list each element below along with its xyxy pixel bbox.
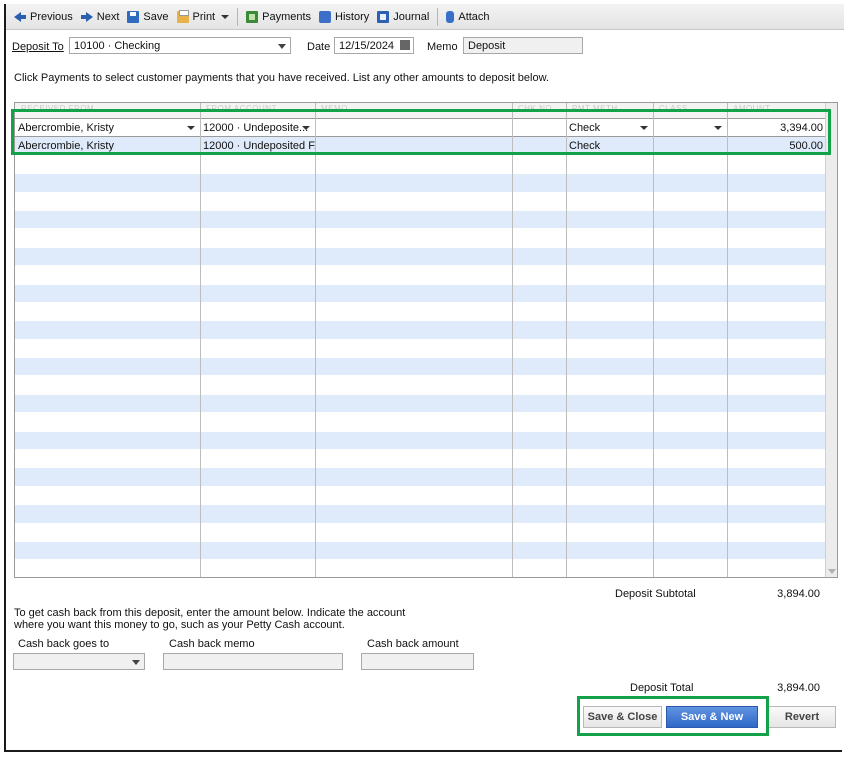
next-label: Next	[96, 10, 120, 23]
empty-row[interactable]	[15, 523, 827, 542]
history-label: History	[335, 10, 370, 23]
print-label: Print	[192, 10, 216, 23]
empty-row[interactable]	[15, 339, 827, 359]
floppy-disk-icon	[127, 10, 140, 23]
empty-row[interactable]	[15, 560, 827, 577]
memo-field[interactable]: Deposit	[463, 37, 583, 54]
empty-row[interactable]	[15, 450, 827, 469]
attach-label: Attach	[458, 10, 490, 23]
cash-back-text-line1: To get cash back from this deposit, ente…	[14, 607, 406, 619]
column-divider	[200, 103, 201, 577]
empty-row[interactable]	[15, 284, 827, 303]
next-button[interactable]: Next	[77, 6, 124, 28]
save-button[interactable]: Save	[123, 6, 172, 28]
deposit-grid: RECEIVED FROM FROM ACCOUNT MEMO CHK NO. …	[14, 102, 838, 578]
cash-back-instructions: To get cash back from this deposit, ente…	[14, 607, 405, 631]
journal-icon	[377, 10, 390, 23]
deposit-total-value: 3,894.00	[777, 682, 820, 694]
column-divider	[315, 103, 316, 577]
print-button[interactable]: Print	[173, 6, 234, 28]
empty-row[interactable]	[15, 266, 827, 285]
toolbar-divider	[237, 7, 239, 26]
history-icon	[319, 10, 332, 23]
empty-row[interactable]	[15, 413, 827, 432]
column-divider	[653, 103, 654, 577]
deposit-to-label: Deposit To	[12, 41, 64, 53]
memo-value: Deposit	[468, 40, 506, 52]
date-label: Date	[307, 41, 331, 53]
calendar-icon[interactable]	[400, 40, 410, 50]
empty-row[interactable]	[15, 505, 827, 524]
empty-row[interactable]	[15, 155, 827, 175]
printer-icon	[176, 9, 189, 23]
empty-row[interactable]	[15, 210, 827, 230]
empty-row[interactable]	[15, 431, 827, 451]
grid-rows: Abercrombie, Kristy 12000 · Undeposite..…	[15, 119, 827, 577]
empty-row[interactable]	[15, 229, 827, 248]
arrow-left-icon	[14, 11, 26, 23]
arrow-right-icon	[80, 11, 93, 23]
date-field[interactable]: 12/15/2024	[334, 37, 414, 54]
empty-row[interactable]	[15, 174, 827, 193]
date-value: 12/15/2024	[339, 40, 395, 52]
chevron-down-icon	[132, 660, 140, 665]
cash-back-goes-to-dropdown[interactable]	[13, 653, 145, 670]
journal-button[interactable]: Journal	[373, 6, 433, 28]
empty-row[interactable]	[15, 192, 827, 211]
payments-icon	[246, 10, 259, 23]
cash-back-memo-label: Cash back memo	[169, 638, 255, 650]
paperclip-icon	[446, 10, 455, 23]
empty-row[interactable]	[15, 247, 827, 267]
deposit-subtotal-value: 3,894.00	[777, 588, 820, 600]
empty-row[interactable]	[15, 321, 827, 340]
empty-row[interactable]	[15, 468, 827, 487]
cash-back-amount-field[interactable]	[361, 653, 474, 670]
cash-back-text-line2: where you want this money to go, such as…	[14, 619, 345, 631]
column-divider	[727, 103, 728, 577]
previous-label: Previous	[30, 10, 73, 23]
deposit-subtotal-label: Deposit Subtotal	[615, 588, 696, 600]
buttons-highlight-box	[577, 696, 769, 736]
column-divider	[512, 103, 513, 577]
previous-button[interactable]: Previous	[10, 6, 77, 28]
cash-back-amount-label: Cash back amount	[367, 638, 459, 650]
deposit-to-dropdown[interactable]: 10100 · Checking	[69, 37, 291, 54]
deposit-to-value: 10100 · Checking	[74, 40, 161, 52]
rows-highlight-box	[11, 109, 831, 155]
payments-button[interactable]: Payments	[242, 6, 315, 28]
toolbar-divider	[437, 7, 439, 26]
toolbar: Previous Next Save Print Payments Histor…	[6, 4, 844, 30]
cash-back-goes-to-label: Cash back goes to	[18, 638, 110, 650]
attach-button[interactable]: Attach	[442, 6, 493, 28]
journal-label: Journal	[393, 10, 430, 23]
scroll-down-icon[interactable]	[828, 569, 836, 574]
empty-row[interactable]	[15, 302, 827, 322]
empty-row[interactable]	[15, 394, 827, 414]
memo-label: Memo	[427, 41, 458, 53]
deposit-total-label: Deposit Total	[630, 682, 694, 694]
empty-row[interactable]	[15, 376, 827, 395]
instructions-text: Click Payments to select customer paymen…	[14, 72, 549, 84]
empty-row[interactable]	[15, 541, 827, 561]
history-button[interactable]: History	[315, 6, 373, 28]
column-divider	[566, 103, 567, 577]
chevron-down-icon[interactable]	[221, 14, 230, 19]
empty-row[interactable]	[15, 486, 827, 506]
make-deposits-window: Previous Next Save Print Payments Histor…	[4, 4, 844, 752]
revert-button[interactable]: Revert	[768, 706, 836, 728]
payments-label: Payments	[262, 10, 312, 23]
empty-row[interactable]	[15, 358, 827, 377]
vertical-scrollbar[interactable]	[825, 103, 837, 577]
chevron-down-icon	[278, 44, 286, 49]
save-label: Save	[143, 10, 169, 23]
cash-back-memo-field[interactable]	[163, 653, 343, 670]
